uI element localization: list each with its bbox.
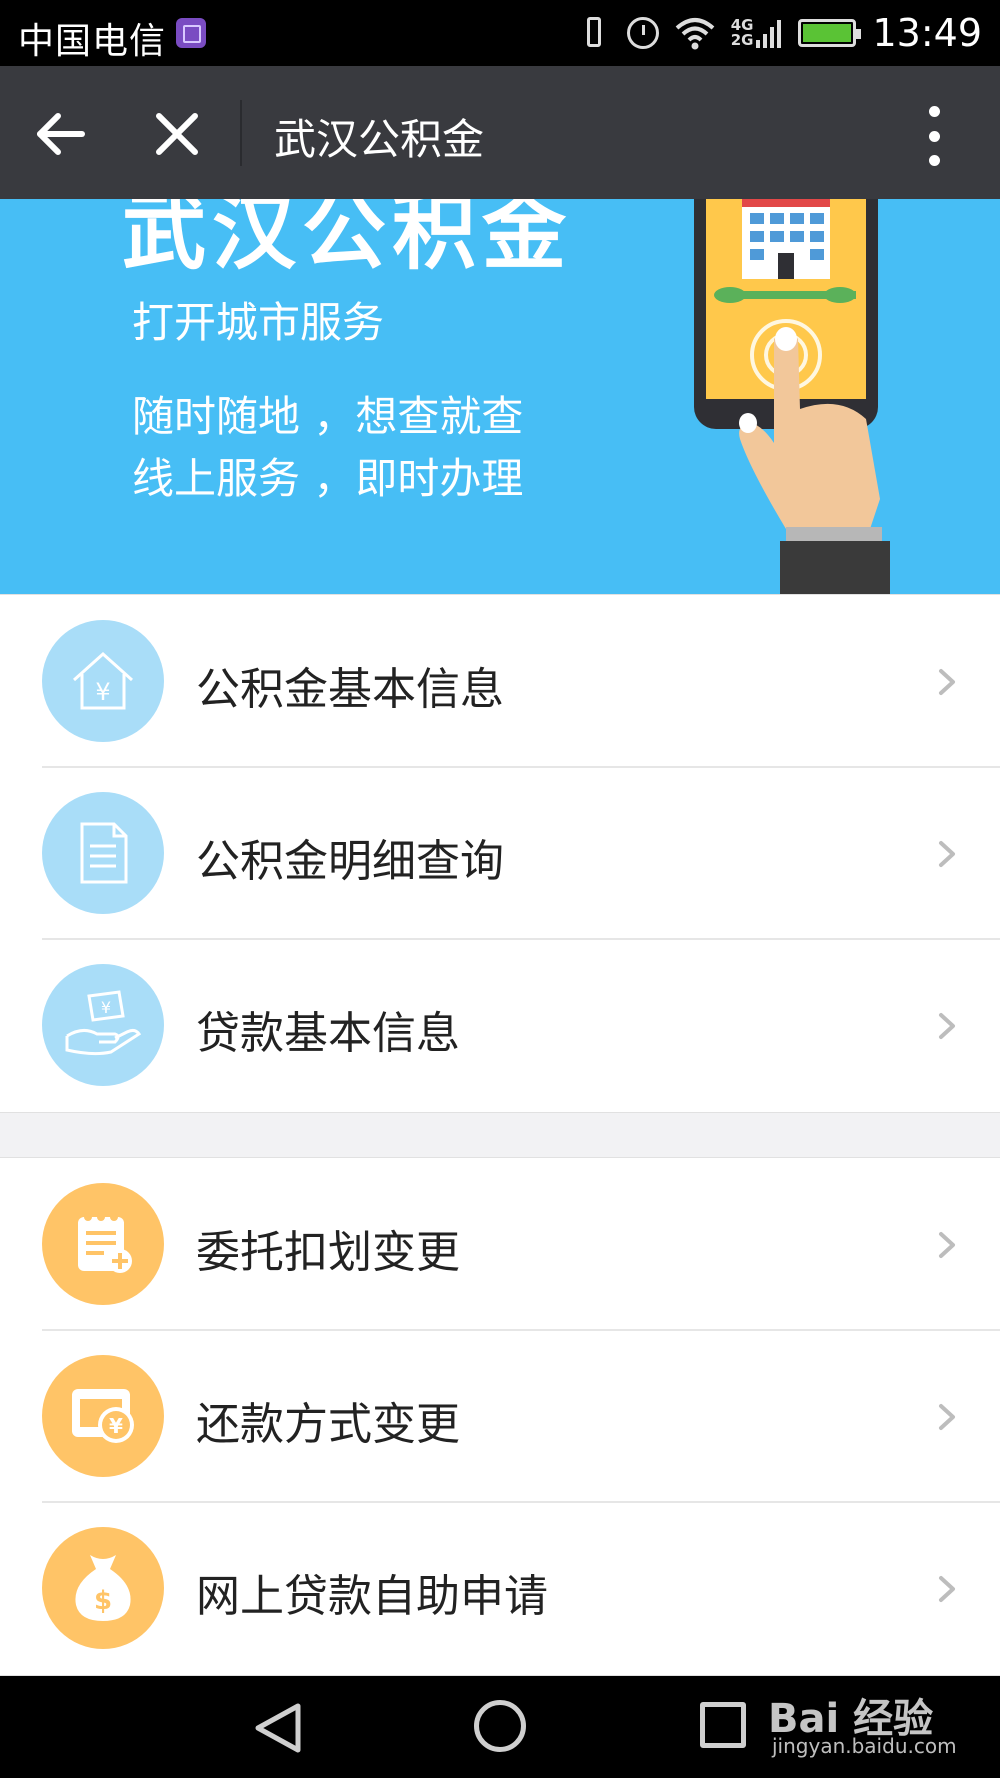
more-options-icon[interactable] <box>910 106 958 166</box>
money-bag-icon: $ <box>42 1527 164 1649</box>
banner-subtitle: 打开城市服务 <box>132 298 385 347</box>
battery-icon <box>798 19 862 47</box>
phone-hand-illustration <box>694 199 890 594</box>
banner-slogan-1: 随时随地 ，想查就查 <box>132 392 524 441</box>
banner: 武汉公积金 打开城市服务 随时随地 ，想查就查 线上服务 ，即时办理 <box>0 199 1000 594</box>
close-icon[interactable] <box>145 102 209 166</box>
list-group-account: ¥ 公积金基本信息 公积金明细查询 ¥ 贷款基本信息 <box>0 594 1000 1113</box>
wallet-yuan-icon: ¥ <box>42 1355 164 1477</box>
nav-home-icon[interactable] <box>474 1700 526 1752</box>
item-label: 还款方式变更 <box>196 1399 460 1450</box>
watermark-url: jingyan.baidu.com <box>772 1734 957 1758</box>
nav-back-icon[interactable] <box>250 1702 310 1754</box>
title-bar: 武汉公积金 <box>0 66 1000 199</box>
list-item-repayment-method-change[interactable]: ¥ 还款方式变更 <box>0 1330 1000 1502</box>
vibrate-icon <box>577 15 611 51</box>
item-label: 公积金明细查询 <box>196 836 504 887</box>
chevron-right-icon <box>939 1576 955 1602</box>
list-group-services: 委托扣划变更 ¥ 还款方式变更 $ 网上贷款自助申请 <box>0 1157 1000 1676</box>
status-icons: 4G 2G 13:49 <box>577 10 982 56</box>
svg-text:¥: ¥ <box>95 678 110 706</box>
hand-money-icon: ¥ <box>42 964 164 1086</box>
chevron-right-icon <box>939 1232 955 1258</box>
list-item-fund-basic-info[interactable]: ¥ 公积金基本信息 <box>0 595 1000 767</box>
banner-slogan-2: 线上服务 ，即时办理 <box>132 454 524 503</box>
chevron-right-icon <box>939 1013 955 1039</box>
clipboard-add-icon <box>42 1183 164 1305</box>
item-label: 贷款基本信息 <box>196 1008 460 1059</box>
title-divider <box>240 100 242 166</box>
svg-text:¥: ¥ <box>109 1414 123 1438</box>
item-label: 委托扣划变更 <box>196 1227 460 1278</box>
status-bar: 中国电信 4G 2G 13:49 <box>0 0 1000 66</box>
house-yuan-icon: ¥ <box>42 620 164 742</box>
nav-recent-apps-icon[interactable] <box>700 1702 746 1748</box>
signal-icon: 4G 2G <box>731 18 783 48</box>
list-item-entrusted-deduction-change[interactable]: 委托扣划变更 <box>0 1158 1000 1330</box>
list-item-fund-detail-query[interactable]: 公积金明细查询 <box>0 767 1000 939</box>
system-nav-bar: Bai 经验 jingyan.baidu.com <box>0 1676 1000 1778</box>
chevron-right-icon <box>939 1404 955 1430</box>
back-arrow-icon[interactable] <box>30 102 94 166</box>
item-label: 网上贷款自助申请 <box>196 1571 548 1622</box>
carrier-name: 中国电信 <box>18 21 167 62</box>
svg-text:$: $ <box>94 1586 112 1616</box>
network-type: 4G 2G <box>730 16 754 49</box>
wifi-icon <box>675 18 715 50</box>
gallery-notification-icon <box>176 18 206 48</box>
status-time: 13:49 <box>872 11 982 55</box>
list-item-loan-basic-info[interactable]: ¥ 贷款基本信息 <box>0 939 1000 1111</box>
alarm-icon <box>626 17 659 49</box>
svg-text:¥: ¥ <box>101 998 111 1017</box>
item-label: 公积金基本信息 <box>196 664 504 715</box>
page-title: 武汉公积金 <box>274 115 485 164</box>
document-icon <box>42 792 164 914</box>
chevron-right-icon <box>939 841 955 867</box>
list-item-online-loan-application[interactable]: $ 网上贷款自助申请 <box>0 1502 1000 1674</box>
chevron-right-icon <box>939 669 955 695</box>
banner-headline: 武汉公积金 <box>122 199 573 281</box>
